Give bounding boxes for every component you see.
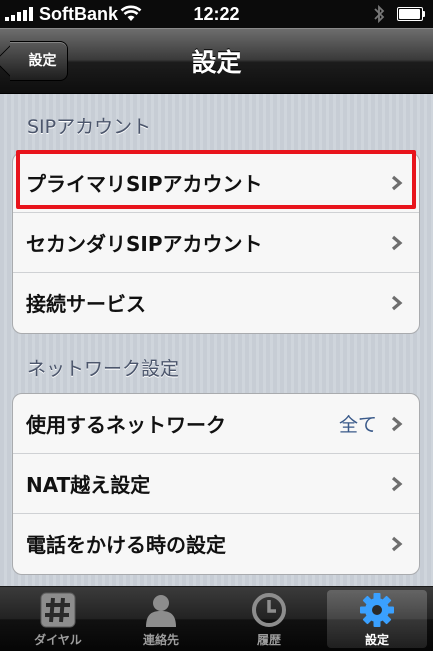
nat-traversal-row[interactable]: NAT越え設定: [13, 454, 419, 514]
navigation-bar: 設定 設定: [0, 28, 433, 94]
tab-history[interactable]: 履歴: [219, 587, 319, 651]
settings-gear-icon: [360, 593, 394, 627]
row-label: 接続サービス: [26, 292, 146, 316]
chevron-right-icon: [391, 235, 403, 251]
row-label: 電話をかける時の設定: [26, 533, 226, 557]
row-value: 全て: [338, 414, 377, 436]
back-button[interactable]: 設定: [10, 41, 68, 81]
battery-icon: [397, 7, 425, 21]
tab-dial[interactable]: ダイヤル: [8, 587, 108, 651]
contacts-icon: [146, 595, 176, 627]
tab-label: 連絡先: [142, 633, 179, 647]
sip-account-group: プライマリSIPアカウント セカンダリSIPアカウント 接続サービス: [12, 152, 420, 334]
tab-settings[interactable]: 設定: [327, 590, 427, 648]
status-time: 12:22: [193, 4, 240, 24]
tab-label: ダイヤル: [34, 633, 82, 647]
chevron-right-icon: [391, 175, 403, 191]
section-header-sip-account: SIPアカウント: [27, 116, 152, 138]
history-clock-icon: [252, 593, 286, 627]
row-label: NAT越え設定: [26, 473, 151, 497]
section-header-network-settings: ネットワーク設定: [27, 358, 180, 380]
secondary-sip-account-row[interactable]: セカンダリSIPアカウント: [13, 213, 419, 273]
row-label: 使用するネットワーク: [26, 413, 226, 437]
status-bar: SoftBank 12:22: [0, 0, 433, 28]
chevron-right-icon: [391, 295, 403, 311]
row-label: セカンダリSIPアカウント: [26, 232, 263, 256]
connection-service-row[interactable]: 接続サービス: [13, 273, 419, 333]
calling-settings-row[interactable]: 電話をかける時の設定: [13, 514, 419, 574]
chevron-right-icon: [391, 476, 403, 492]
network-settings-group: 使用するネットワーク 全て NAT越え設定 電話をかける時の設定: [12, 393, 420, 575]
tab-bar: ダイヤル 連絡先 履歴 設定: [0, 586, 433, 651]
row-label: プライマリSIPアカウント: [26, 172, 263, 196]
primary-sip-account-row[interactable]: プライマリSIPアカウント: [13, 153, 419, 213]
chevron-right-icon: [391, 536, 403, 552]
network-to-use-row[interactable]: 使用するネットワーク 全て: [13, 394, 419, 454]
tab-label: 設定: [364, 633, 389, 647]
chevron-right-icon: [391, 416, 403, 432]
tab-label: 履歴: [256, 633, 281, 647]
tab-contacts[interactable]: 連絡先: [111, 587, 211, 651]
dialpad-icon: [40, 592, 76, 628]
bluetooth-icon: [374, 4, 385, 24]
